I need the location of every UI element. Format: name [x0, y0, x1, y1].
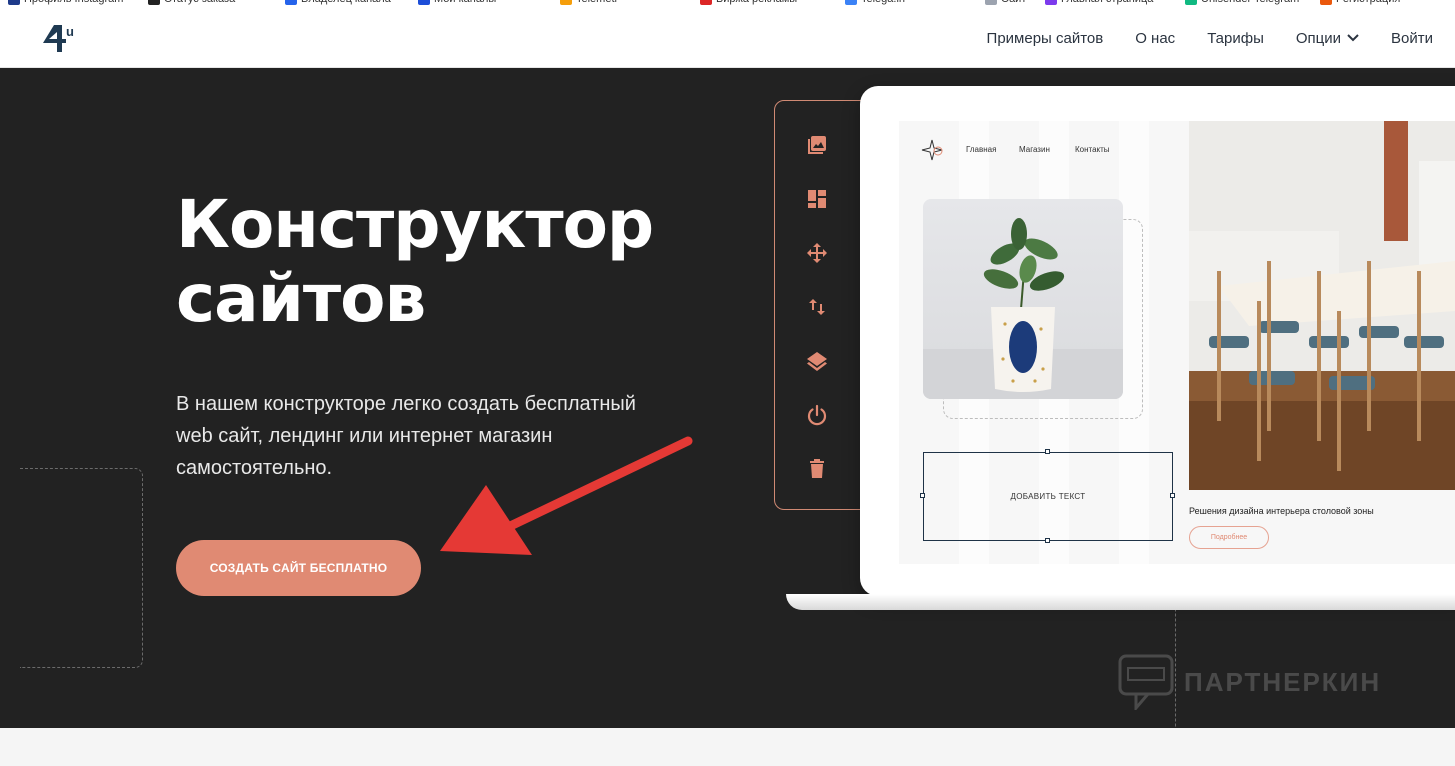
bookmark-favicon-icon	[285, 0, 297, 5]
create-site-button[interactable]: СОЗДАТЬ САЙТ БЕСПЛАТНО	[176, 540, 421, 596]
resize-handle[interactable]	[920, 493, 925, 498]
bookmark-item[interactable]: Статус заказа	[148, 0, 235, 5]
red-arrow-annotation	[440, 436, 693, 555]
bookmark-label: Биржа рекламы	[716, 0, 797, 5]
bookmark-favicon-icon	[560, 0, 572, 5]
move-icon[interactable]	[805, 241, 829, 265]
layers-icon[interactable]	[805, 349, 829, 373]
hero-title-line1: Конструктор	[176, 186, 654, 263]
bookmark-item[interactable]: Владелец канала	[285, 0, 391, 5]
plant-image	[923, 199, 1123, 399]
bookmark-label: Telemetr	[576, 0, 618, 5]
svg-text:u: u	[66, 24, 74, 39]
nav-options-label: Опции	[1295, 29, 1342, 47]
bookmark-label: Главная страница	[1061, 0, 1153, 5]
bookmark-favicon-icon	[985, 0, 997, 5]
bookmark-favicon-icon	[418, 0, 430, 5]
site-header: u Примеры сайтов О нас Тарифы Опции Войт…	[0, 8, 1455, 68]
swap-vertical-icon[interactable]	[805, 295, 829, 319]
bookmark-label: Регистрация	[1336, 0, 1400, 5]
bookmark-item[interactable]: Telemetr	[560, 0, 618, 5]
bookmark-item[interactable]: Мои каналы	[418, 0, 496, 5]
laptop-base	[786, 594, 1455, 610]
preview-nav-shop[interactable]: Магазин	[1019, 145, 1050, 154]
main-nav: Примеры сайтов О нас Тарифы Опции Войти	[987, 8, 1433, 68]
layout-icon[interactable]	[805, 187, 829, 211]
more-button[interactable]: Подробнее	[1189, 526, 1269, 549]
trash-icon[interactable]	[805, 457, 829, 481]
bookmark-item[interactable]: Главная страница	[1045, 0, 1153, 5]
bookmark-item[interactable]: Регистрация	[1320, 0, 1400, 5]
bookmark-item[interactable]: Биржа рекламы	[700, 0, 797, 5]
preview-nav-home[interactable]: Главная	[966, 145, 996, 154]
interior-image	[1189, 121, 1455, 490]
nav-about[interactable]: О нас	[1135, 30, 1175, 47]
bookmark-item[interactable]: Сайт	[985, 0, 1026, 5]
website-preview: Главная Магазин Контакты ДОБАВИТЬ ТЕКСТ	[899, 121, 1455, 564]
resize-handle[interactable]	[1170, 493, 1175, 498]
dashed-frame-left	[20, 468, 143, 668]
bookmark-favicon-icon	[845, 0, 857, 5]
nav-login[interactable]: Войти	[1391, 30, 1433, 47]
watermark: ПАРТНЕРКИН	[1118, 654, 1381, 710]
bookmark-label: Владелец канала	[301, 0, 391, 5]
bookmark-favicon-icon	[1185, 0, 1197, 5]
resize-handle[interactable]	[1045, 538, 1050, 543]
preview-logo-icon	[921, 139, 947, 161]
site-logo[interactable]: u	[40, 21, 80, 55]
bookmarks-bar: Профиль Instagram Статус заказа Владелец к…	[0, 0, 1455, 8]
add-text-box[interactable]: ДОБАВИТЬ ТЕКСТ	[923, 452, 1173, 541]
bookmark-item[interactable]: Telega.in	[845, 0, 905, 5]
bookmark-favicon-icon	[148, 0, 160, 5]
bookmark-favicon-icon	[1045, 0, 1057, 5]
hero-title-line2: сайтов	[176, 260, 426, 337]
power-icon[interactable]	[805, 403, 829, 427]
image-icon[interactable]	[805, 133, 829, 157]
nav-pricing[interactable]: Тарифы	[1207, 30, 1264, 47]
bookmark-label: Мои каналы	[434, 0, 496, 5]
bookmark-favicon-icon	[700, 0, 712, 5]
bookmark-label: Telega.in	[861, 0, 905, 5]
hero-title: Конструктор сайтов	[176, 188, 736, 336]
chevron-down-icon	[1347, 34, 1359, 42]
nav-examples[interactable]: Примеры сайтов	[987, 30, 1104, 47]
preview-nav-contacts[interactable]: Контакты	[1075, 145, 1110, 154]
bookmark-label: Unisender Telegram	[1201, 0, 1299, 5]
nav-options[interactable]: Опции	[1296, 30, 1359, 47]
bookmark-label: Сайт	[1001, 0, 1026, 5]
bookmark-label: Профиль Instagram	[24, 0, 123, 5]
next-section	[0, 728, 1455, 766]
bookmark-item[interactable]: Unisender Telegram	[1185, 0, 1299, 5]
chat-icon	[1118, 654, 1174, 710]
watermark-text: ПАРТНЕРКИН	[1184, 666, 1382, 697]
bookmark-label: Статус заказа	[164, 0, 235, 5]
resize-handle[interactable]	[1045, 449, 1050, 454]
bookmark-favicon-icon	[1320, 0, 1332, 5]
room-caption: Решения дизайна интерьера столовой зоны	[1189, 506, 1374, 516]
bookmark-item[interactable]: Профиль Instagram	[8, 0, 123, 5]
bookmark-favicon-icon	[8, 0, 20, 5]
